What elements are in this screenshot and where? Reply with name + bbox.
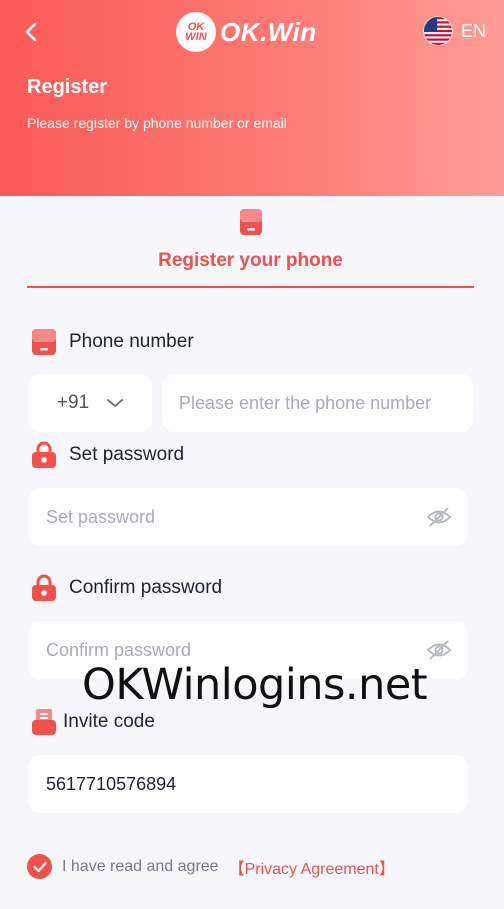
tab-label: Register your phone [158, 250, 343, 271]
agreement-text: I have read and agree [62, 857, 219, 875]
tab-register-phone[interactable]: Register your phone [27, 204, 474, 290]
invite-code-label: Invite code [31, 708, 155, 736]
set-password-input[interactable]: Set password [28, 488, 468, 546]
invite-code-value: 5617710576894 [46, 773, 177, 794]
country-code-select[interactable]: +91 [28, 374, 152, 432]
agreement-row: I have read and agree 【Privacy Agreement… [27, 854, 395, 879]
chevron-down-icon [107, 399, 124, 408]
confirm-password-label-text: Confirm password [69, 577, 223, 598]
eye-off-icon[interactable] [426, 639, 452, 661]
watermark-text: OKWinlogins.net [82, 660, 428, 710]
language-label: EN [460, 20, 486, 41]
invite-icon [32, 709, 56, 735]
set-password-label: Set password [31, 441, 184, 469]
checkmark-icon [32, 861, 47, 872]
logo-text: OK.Win [220, 16, 317, 47]
phone-input-placeholder: Please enter the phone number [179, 392, 432, 413]
phone-input[interactable]: Please enter the phone number [162, 374, 473, 432]
header: OK WIN OK.Win EN Register Please registe… [0, 0, 504, 196]
invite-code-input[interactable]: 5617710576894 [28, 755, 468, 813]
lock-icon [32, 574, 56, 601]
invite-code-label-text: Invite code [63, 711, 155, 732]
us-flag-icon [422, 16, 453, 46]
back-arrow-icon[interactable] [18, 18, 46, 46]
phone-icon [32, 329, 56, 355]
confirm-password-label: Confirm password [31, 574, 222, 602]
page-title: Register [27, 76, 108, 98]
tab-underline [27, 286, 474, 288]
phone-number-label-text: Phone number [69, 331, 194, 352]
privacy-agreement-link[interactable]: 【Privacy Agreement】 [229, 855, 395, 879]
set-password-label-text: Set password [69, 444, 185, 465]
phone-icon [240, 209, 262, 235]
lock-icon [32, 441, 56, 468]
country-code-value: +91 [56, 392, 90, 413]
agreement-checkbox[interactable] [27, 854, 52, 879]
confirm-password-placeholder: Confirm password [46, 639, 192, 660]
phone-number-label: Phone number [31, 328, 194, 356]
logo: OK WIN OK.Win [176, 12, 317, 52]
eye-off-icon[interactable] [426, 506, 452, 528]
language-selector[interactable]: EN [422, 16, 486, 46]
page-subtitle: Please register by phone number or email [27, 115, 287, 131]
logo-badge: OK WIN [176, 12, 216, 52]
set-password-placeholder: Set password [46, 506, 156, 527]
